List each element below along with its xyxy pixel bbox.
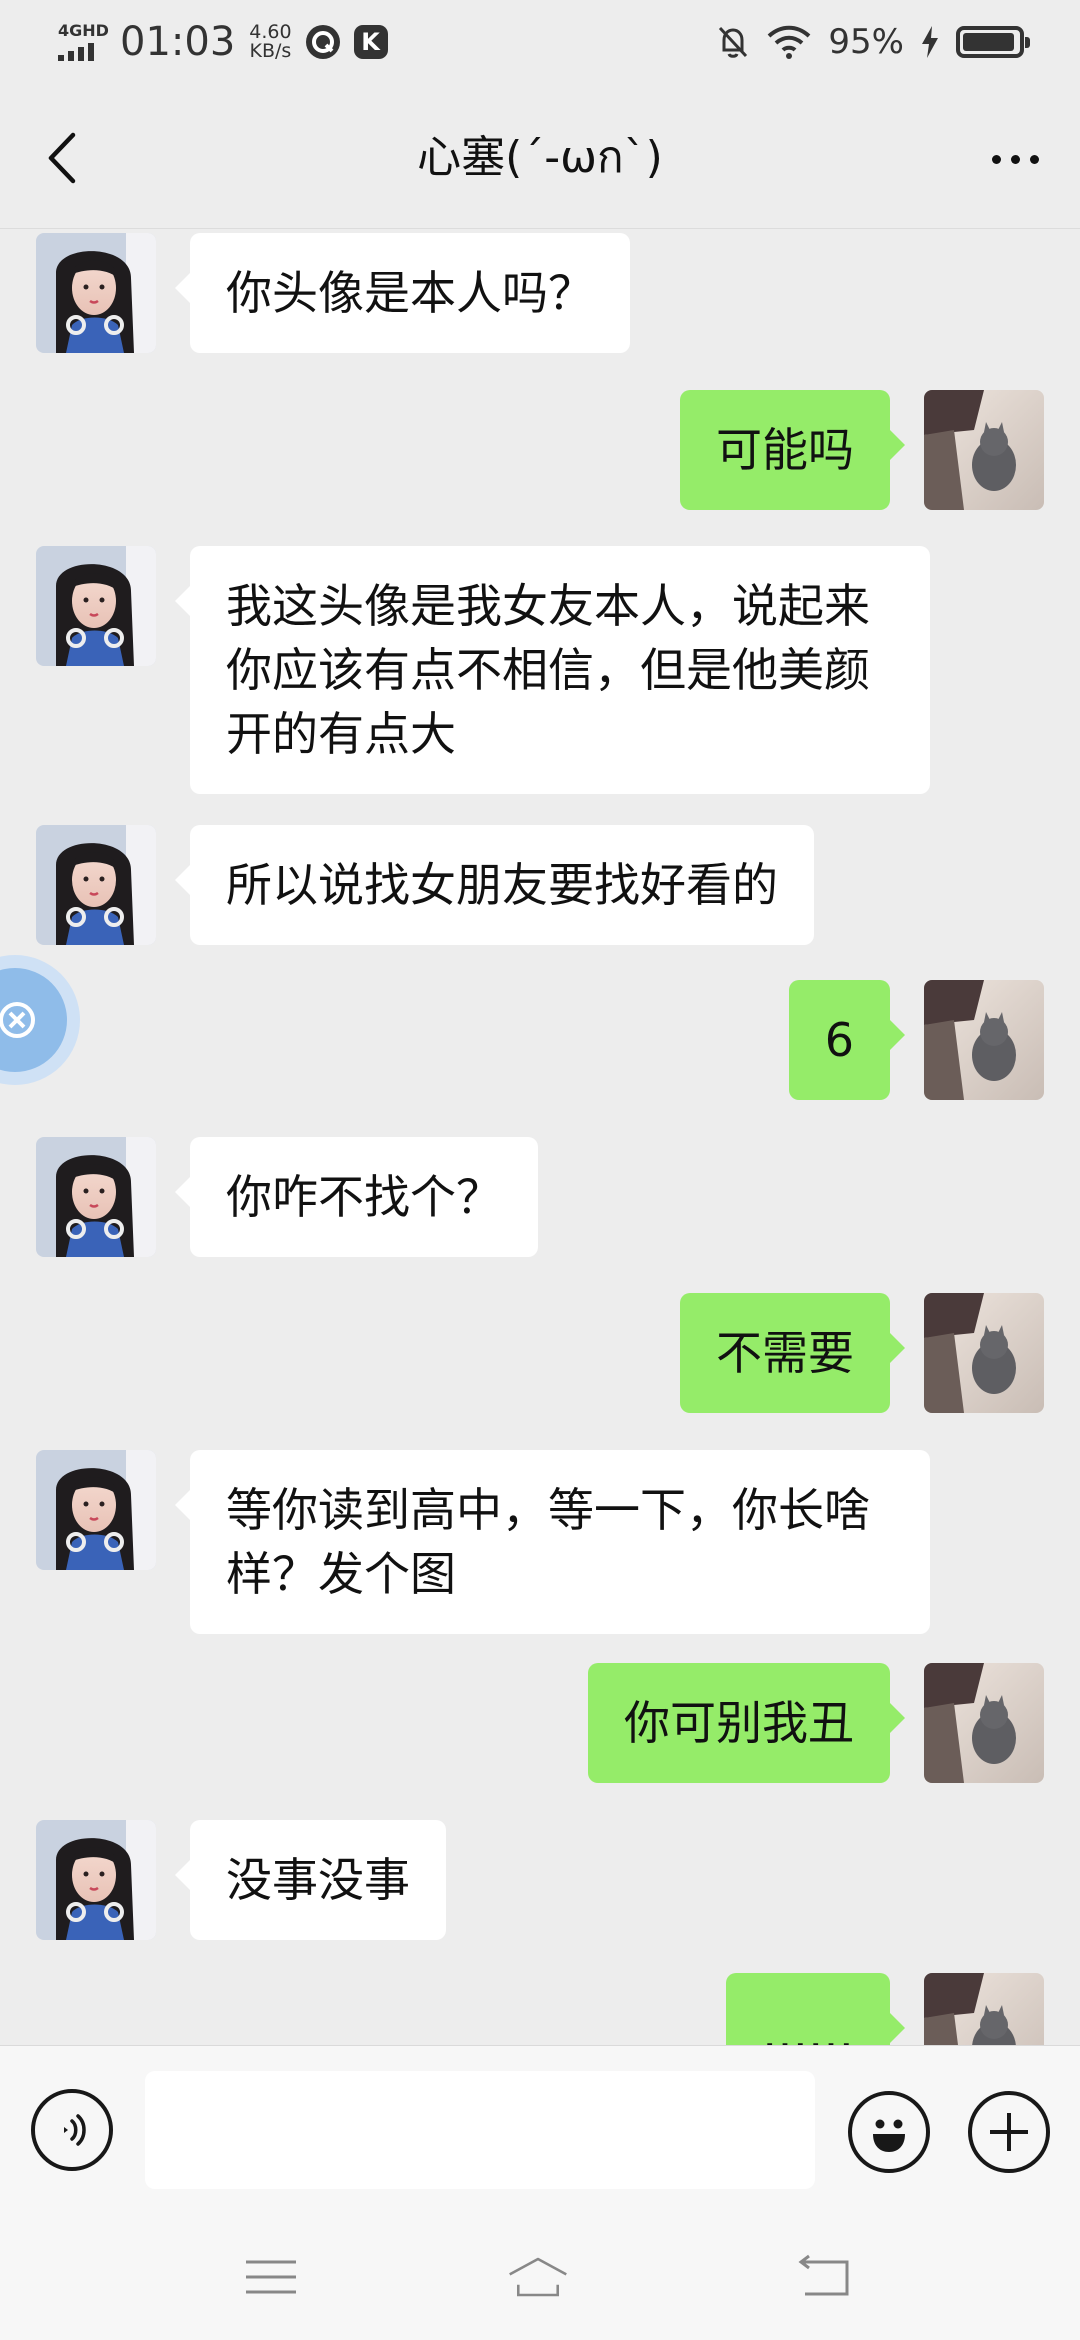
input-bar (0, 2045, 1080, 2210)
message-text: 等你读到高中，等一下，你长啥样？发个图 (226, 1483, 870, 1601)
received-message-bubble[interactable]: 你咋不找个？ (175, 1137, 538, 1257)
qq-icon (305, 25, 340, 59)
contact-avatar[interactable] (36, 1820, 156, 1940)
more-functions-button[interactable] (968, 2091, 1050, 2173)
app-k-icon: K (353, 25, 388, 59)
sent-message-bubble[interactable]: 你可别我丑 (588, 1663, 905, 1783)
contact-avatar[interactable] (36, 825, 156, 945)
battery-icon (956, 26, 1030, 58)
back-button[interactable] (36, 122, 88, 194)
mute-icon (719, 26, 748, 58)
status-bar-right: 95% (716, 22, 1030, 62)
sent-message-bubble[interactable]: 6 (788, 980, 906, 1100)
received-message-bubble[interactable]: 没事没事 (175, 1820, 446, 1940)
chevron-left-icon (48, 132, 76, 184)
emoji-button[interactable] (848, 2091, 930, 2173)
battery-percent: 95% (828, 22, 904, 62)
nav-menu-button[interactable] (241, 2252, 301, 2302)
contact-avatar[interactable] (36, 546, 156, 666)
network-speed: 4.60 KB/s (249, 23, 291, 61)
message-text: 6 (824, 1013, 854, 1067)
status-time: 01:03 (120, 19, 236, 65)
floating-button-inner (0, 968, 67, 1072)
message-text: 你头像是本人吗？ (226, 266, 594, 320)
my-avatar[interactable] (924, 1663, 1044, 1783)
chat-title[interactable]: 心塞(´-ωก`) (417, 121, 663, 192)
network-speed-unit: KB/s (249, 40, 292, 62)
status-bar: 4GHD 01:03 4.60 KB/s K 95% (0, 0, 1080, 84)
contact-avatar[interactable] (36, 233, 156, 353)
emoji-icon (873, 2119, 905, 2152)
message-text: 你可别我丑 (624, 1696, 854, 1750)
received-message-bubble[interactable]: 所以说找女朋友要找好看的 (175, 825, 814, 945)
nav-home-button[interactable] (508, 2252, 568, 2302)
more-button[interactable] (980, 134, 1050, 184)
wifi-icon (768, 25, 811, 59)
message-text: 我这头像是我女友本人，说起来你应该有点不相信，但是他美颜开的有点大 (226, 579, 870, 761)
message-text: 你咋不找个？ (226, 1170, 502, 1224)
chat-header: 心塞(´-ωก`) (0, 84, 1080, 229)
close-icon (0, 1002, 35, 1038)
network-indicator: 4GHD (58, 21, 109, 61)
more-icon (991, 154, 1001, 164)
my-avatar[interactable] (924, 1293, 1044, 1413)
voice-icon (64, 2114, 86, 2146)
plus-icon (990, 2113, 1028, 2151)
network-label: 4GHD (58, 21, 109, 40)
contact-avatar[interactable] (36, 1137, 156, 1257)
nav-back-button[interactable] (795, 2252, 855, 2302)
status-bar-left: 4GHD 01:03 4.60 KB/s K (58, 19, 716, 65)
charging-icon (922, 26, 938, 58)
message-list[interactable]: 你头像是本人吗？ 可能吗 我这头像是我女友本人，说起来你应该有点不相信，但是他美… (0, 230, 1080, 2045)
received-message-bubble[interactable]: 你头像是本人吗？ (175, 233, 630, 353)
received-message-bubble[interactable]: 我这头像是我女友本人，说起来你应该有点不相信，但是他美颜开的有点大 (175, 546, 930, 794)
system-nav-bar (0, 2210, 1080, 2340)
message-text: 可能吗 (716, 423, 854, 477)
sent-message-bubble[interactable]: 可能吗 (680, 390, 905, 510)
my-avatar[interactable] (924, 1973, 1044, 2045)
my-avatar[interactable] (924, 390, 1044, 510)
signal-icon (58, 41, 94, 61)
back-icon (798, 2254, 849, 2296)
message-text: 所以说找女朋友要找好看的 (226, 858, 778, 912)
message-input[interactable] (145, 2071, 815, 2189)
message-text: …… (762, 2006, 854, 2045)
message-text: 没事没事 (226, 1853, 410, 1907)
sent-message-bubble[interactable]: …… (726, 1973, 905, 2045)
home-icon (509, 2257, 567, 2297)
my-avatar[interactable] (924, 980, 1044, 1100)
battery-fill (963, 33, 1015, 51)
message-text: 不需要 (716, 1326, 854, 1380)
app-k-letter: K (361, 28, 380, 56)
sent-message-bubble[interactable]: 不需要 (680, 1293, 905, 1413)
voice-button[interactable] (31, 2089, 113, 2171)
menu-icon (246, 2260, 296, 2294)
received-message-bubble[interactable]: 等你读到高中，等一下，你长啥样？发个图 (175, 1450, 930, 1634)
contact-avatar[interactable] (36, 1450, 156, 1570)
